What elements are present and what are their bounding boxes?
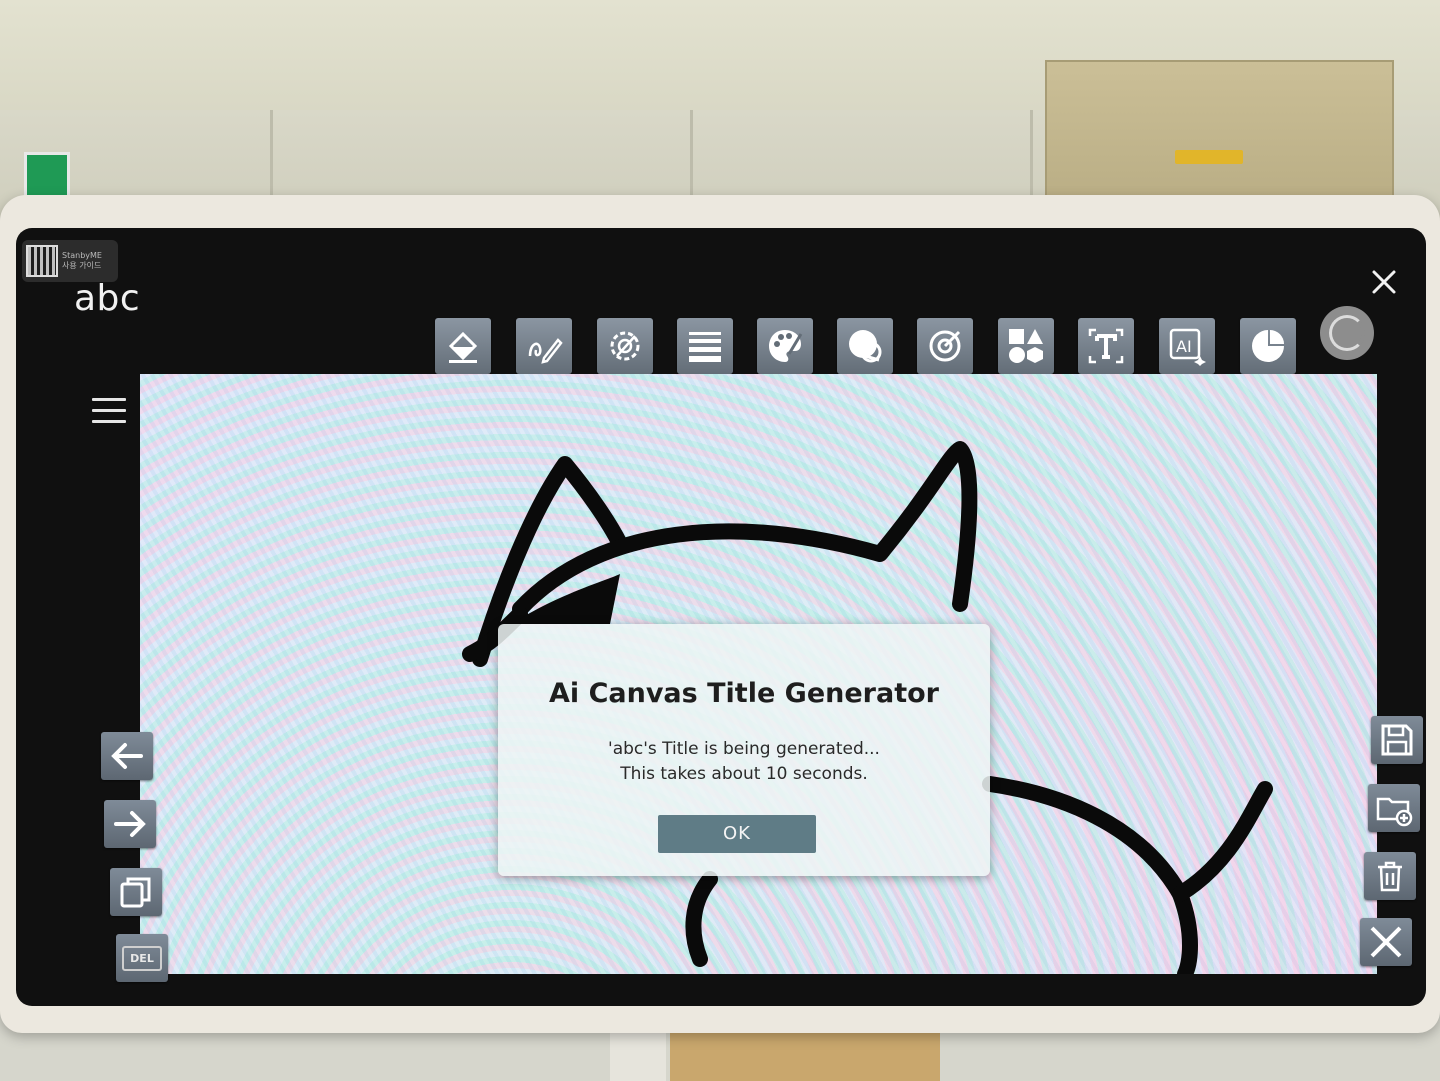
title-generator-dialog: Ai Canvas Title Generator 'abc's Title i… (498, 624, 990, 876)
tool-text[interactable] (1078, 318, 1134, 374)
brush-settings-icon (610, 331, 640, 361)
tool-sticker[interactable] (837, 318, 893, 374)
warning-label (1175, 150, 1243, 164)
close-app-button[interactable] (1368, 266, 1400, 298)
qr-chip-line2: 사용 가이드 (62, 261, 102, 270)
tool-palette[interactable] (757, 318, 813, 374)
tool-color-picker[interactable] (917, 318, 973, 374)
cardboard-box (670, 1025, 940, 1081)
pen-icon (528, 338, 563, 364)
qr-guide-chip[interactable]: StanbyME 사용 가이드 (22, 240, 118, 282)
shapes-icon (1009, 329, 1043, 363)
dialog-message: 'abc's Title is being generated... This … (498, 737, 990, 787)
redo-button[interactable] (104, 800, 156, 848)
palette-icon (769, 330, 803, 362)
tool-loading[interactable] (1320, 306, 1374, 360)
qr-chip-line1: StanbyME (62, 251, 102, 260)
undo-button[interactable] (101, 732, 153, 780)
sticker-icon (849, 330, 882, 363)
save-button[interactable] (1371, 716, 1423, 764)
menu-icon (92, 398, 126, 401)
open-folder-button[interactable] (1368, 784, 1420, 832)
tool-pen[interactable] (516, 318, 572, 374)
folder-add-icon (1376, 797, 1413, 827)
pie-chart-icon (1252, 330, 1284, 362)
tool-ai[interactable]: AI (1159, 318, 1215, 374)
qr-code-icon (26, 245, 58, 277)
close-canvas-button[interactable] (1360, 918, 1412, 966)
loading-icon (1329, 315, 1365, 351)
del-label: DEL (122, 945, 162, 971)
arrow-right-icon (114, 811, 146, 837)
fill-bucket-icon (448, 331, 478, 363)
tool-fill[interactable] (435, 318, 491, 374)
arrow-left-icon (111, 743, 143, 769)
tool-lines[interactable] (677, 318, 733, 374)
tool-pie[interactable] (1240, 318, 1296, 374)
dialog-title: Ai Canvas Title Generator (549, 678, 939, 709)
text-icon (1088, 328, 1124, 364)
dialog-message-line2: This takes about 10 seconds. (620, 764, 868, 784)
document-title: abc (74, 278, 141, 319)
close-icon (1372, 270, 1396, 294)
dialog-message-line1: 'abc's Title is being generated... (608, 739, 880, 759)
trash-icon (1378, 861, 1402, 892)
layers-button[interactable] (110, 868, 162, 916)
save-icon (1381, 724, 1413, 756)
svg-text:AI: AI (1176, 337, 1192, 356)
hamburger-menu-button[interactable] (92, 398, 126, 428)
x-icon (1370, 926, 1402, 958)
ai-icon: AI (1169, 328, 1206, 366)
delete-button[interactable]: DEL (116, 934, 168, 982)
ok-button[interactable]: OK (658, 815, 816, 853)
color-picker-icon (929, 330, 961, 362)
wall-cabinet (1045, 60, 1394, 209)
lines-icon (689, 332, 721, 362)
layers-icon (120, 877, 151, 908)
tool-brush-settings[interactable] (597, 318, 653, 374)
tool-shapes[interactable] (998, 318, 1054, 374)
trash-button[interactable] (1364, 852, 1416, 900)
